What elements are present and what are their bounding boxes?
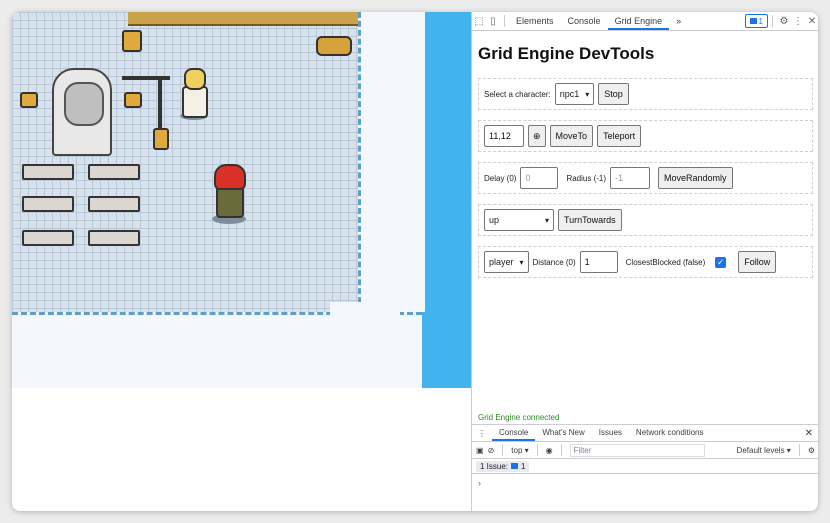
kebab-menu-icon[interactable]: ⋮ — [791, 16, 805, 27]
drawer-tab-network-conditions[interactable]: Network conditions — [629, 425, 711, 441]
teleport-button[interactable]: Teleport — [597, 125, 642, 147]
crosshair-icon: ⊕ — [533, 130, 541, 141]
log-levels-select[interactable]: Default levels ▾ — [737, 446, 791, 455]
issues-badge[interactable]: 1 — [744, 14, 768, 28]
devtools-panel: ⬚ ▯ Elements Console Grid Engine » 1 ⚙ ⋮… — [471, 12, 818, 511]
hanging-lamp — [122, 30, 142, 52]
issues-count: 1 — [521, 461, 526, 471]
close-icon[interactable]: ✕ — [805, 16, 818, 27]
move-to-row: 11,12 ⊕ MoveTo Teleport — [478, 120, 813, 152]
drawer-tabbar: ⋮ Console What's New Issues Network cond… — [472, 425, 818, 442]
game-canvas[interactable] — [12, 12, 471, 388]
chevron-down-icon: ▾ — [519, 257, 524, 267]
distance-input[interactable]: 1 — [579, 251, 618, 273]
context-value: top — [511, 445, 523, 455]
closest-blocked-label: ClosestBlocked (false) — [625, 257, 706, 267]
delay-input[interactable]: 0 — [520, 167, 559, 189]
npc1-character[interactable] — [180, 68, 210, 124]
gear-icon[interactable]: ⚙ — [777, 16, 791, 27]
fountain-statue — [52, 68, 112, 156]
follow-target-select[interactable]: player ▾ — [484, 251, 529, 273]
eye-icon[interactable]: ◉ — [546, 446, 553, 455]
issue-flag-icon — [511, 463, 519, 469]
chevron-down-icon: ▾ — [544, 215, 549, 225]
console-toolbar: ▣ ⊘ top ▾ ◉ Filter Default levels ▾ ⚙ — [472, 442, 818, 459]
bench — [88, 196, 140, 212]
issues-line: 1 Issue: 1 — [472, 459, 818, 474]
bench — [22, 196, 74, 212]
context-select[interactable]: top ▾ — [511, 446, 528, 455]
issues-text: 1 Issue: — [480, 461, 509, 471]
turn-towards-button[interactable]: TurnTowards — [558, 209, 622, 231]
sign-post — [316, 36, 352, 56]
snow-border-right — [358, 12, 425, 312]
drawer-tab-issues[interactable]: Issues — [592, 425, 629, 441]
target-picker-button[interactable]: ⊕ — [528, 125, 546, 147]
stop-button[interactable]: Stop — [598, 83, 629, 105]
console-drawer: ⋮ Console What's New Issues Network cond… — [472, 424, 818, 511]
position-input[interactable]: 11,12 — [484, 125, 524, 147]
inspect-icon[interactable]: ⬚ — [472, 16, 486, 27]
console-settings-gear-icon[interactable]: ⚙ — [808, 446, 818, 455]
direction-select-value: up — [489, 215, 500, 225]
issues-pill[interactable]: 1 Issue: 1 — [476, 460, 530, 472]
follow-target-value: player — [489, 257, 514, 267]
grid-engine-panel: Grid Engine DevTools Select a character:… — [472, 44, 818, 278]
distance-label: Distance (0) — [532, 257, 576, 267]
top-railing — [128, 12, 382, 26]
more-tabs-button[interactable]: » — [669, 12, 688, 30]
character-select-value: npc1 — [559, 89, 580, 99]
radius-label: Radius (-1) — [566, 173, 607, 183]
lamp-middle — [124, 92, 142, 108]
bench — [22, 164, 74, 180]
drawer-menu-icon[interactable]: ⋮ — [472, 429, 492, 438]
issue-badge-count: 1 — [758, 16, 763, 26]
move-randomly-row: Delay (0) 0 Radius (-1) -1 MoveRandomly — [478, 162, 813, 194]
water-area — [417, 12, 471, 388]
issue-flag-icon — [749, 18, 757, 24]
follow-row: player ▾ Distance (0) 1 ClosestBlocked (… — [478, 246, 813, 278]
direction-select[interactable]: up ▾ — [484, 209, 554, 231]
connection-status: Grid Engine connected — [478, 413, 560, 422]
player-character[interactable] — [212, 164, 248, 228]
panel-title: Grid Engine DevTools — [478, 44, 655, 63]
chevron-down-icon: ▾ — [585, 89, 590, 99]
select-character-label: Select a character: — [484, 89, 551, 99]
move-to-button[interactable]: MoveTo — [549, 125, 594, 147]
lamp-hanging-small — [153, 128, 169, 150]
device-toolbar-icon[interactable]: ▯ — [486, 16, 500, 27]
character-select-row: Select a character: npc1 ▾ Stop — [478, 78, 813, 110]
page-blank-area — [12, 388, 471, 511]
bench — [88, 164, 140, 180]
lamp-crossbar — [122, 76, 170, 80]
sidebar-toggle-icon[interactable]: ▣ — [476, 446, 484, 455]
bench — [88, 230, 140, 246]
character-select[interactable]: npc1 ▾ — [554, 83, 595, 105]
tab-grid-engine[interactable]: Grid Engine — [607, 12, 670, 30]
tab-elements[interactable]: Elements — [509, 12, 561, 30]
console-prompt[interactable]: › — [472, 474, 818, 492]
filter-input[interactable]: Filter — [569, 443, 705, 457]
follow-button[interactable]: Follow — [738, 251, 777, 273]
lamp-left — [20, 92, 38, 108]
turn-towards-row: up ▾ TurnTowards — [478, 204, 813, 236]
close-drawer-icon[interactable]: ✕ — [805, 428, 818, 439]
drawer-tab-console[interactable]: Console — [492, 425, 536, 441]
closest-blocked-checkbox[interactable]: ✓ — [715, 256, 727, 268]
clear-console-icon[interactable]: ⊘ — [488, 446, 495, 455]
bench — [22, 230, 74, 246]
devtools-tabbar: ⬚ ▯ Elements Console Grid Engine » 1 ⚙ ⋮… — [472, 12, 818, 31]
lamp-pole — [158, 76, 162, 128]
log-levels-value: Default levels — [736, 445, 785, 455]
move-randomly-button[interactable]: MoveRandomly — [658, 167, 733, 189]
radius-input[interactable]: -1 — [610, 167, 651, 189]
drawer-tab-whats-new[interactable]: What's New — [535, 425, 591, 441]
delay-label: Delay (0) — [484, 173, 517, 183]
browser-window: ⬚ ▯ Elements Console Grid Engine » 1 ⚙ ⋮… — [12, 12, 818, 511]
tab-console[interactable]: Console — [561, 12, 608, 30]
